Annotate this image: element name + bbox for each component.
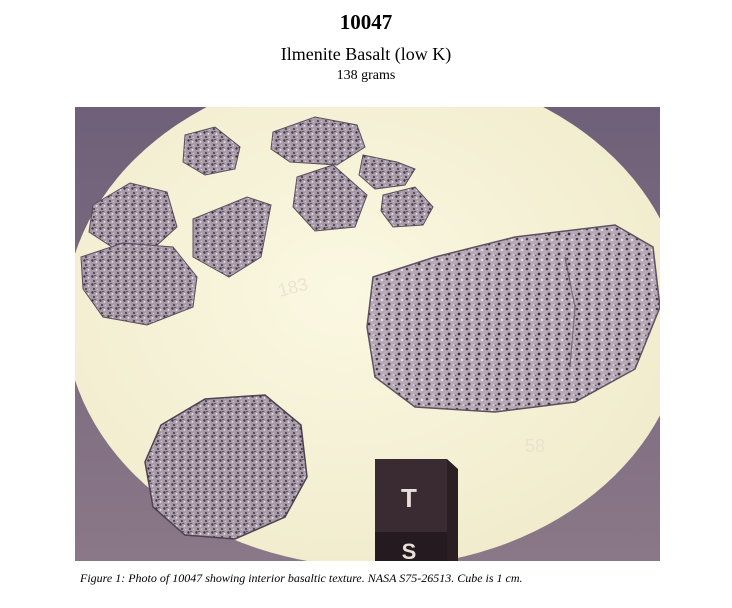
rock-type-subtitle: Ilmenite Basalt (low K): [280, 44, 452, 64]
disc-marking: 58: [525, 436, 545, 456]
sample-mass: 138 grams: [336, 68, 396, 83]
cube-top-label: T: [401, 483, 417, 513]
sample-photo-illustration: 183 58 T S: [75, 107, 660, 561]
cube-bottom-label: S: [402, 539, 417, 561]
scale-cube: T S: [375, 459, 458, 561]
sample-photo: 183 58 T S: [75, 107, 660, 561]
figure-caption: Figure 1: Photo of 10047 showing interio…: [80, 571, 523, 585]
sample-number-title: 10047: [339, 10, 393, 34]
